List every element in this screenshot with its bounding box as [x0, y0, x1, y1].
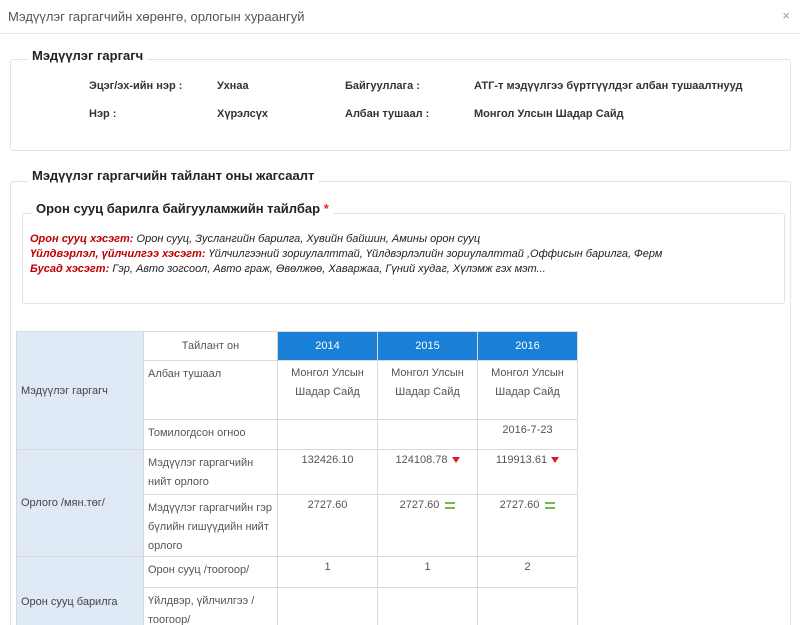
name-value: Хүрэлсүх: [217, 108, 269, 120]
table-cell: [277, 587, 378, 625]
table-cell: 2016-7-23: [477, 419, 578, 450]
table-cell: 2727.60: [477, 494, 578, 557]
equal-icon: [545, 501, 556, 509]
table-cell: 2727.60: [377, 494, 478, 557]
table-cell: Монгол Улсын Шадар Сайд: [277, 360, 378, 420]
name-label: Нэр :: [89, 108, 117, 120]
table-cell: 1: [377, 556, 478, 588]
required-mark: *: [323, 201, 329, 216]
description-line-text: Гэр, Авто зогсоол, Авто граж, Өвөлжөө, Х…: [109, 263, 546, 275]
surname-label: Эцэг/эх-ийн нэр :: [89, 80, 183, 92]
table-cell: [477, 587, 578, 625]
declarant-legend: Мэдүүлэг гаргагч: [28, 48, 148, 63]
year-header: Тайлант он: [143, 331, 278, 361]
table-cell: Монгол Улсын Шадар Сайд: [377, 360, 478, 420]
description-title: Орон сууц барилга байгууламжийн тайлбар: [36, 201, 321, 216]
table-cell: 124108.78: [377, 449, 478, 495]
year-2016[interactable]: 2016: [477, 331, 578, 361]
declarant-section: [10, 59, 791, 151]
row-label-total-income: Мэдүүлэг гаргагчийн нийт орлого: [143, 449, 278, 495]
arrow-down-icon: [551, 457, 560, 464]
group-declarant: Мэдүүлэг гаргагч: [16, 331, 144, 450]
equal-icon: [445, 501, 456, 509]
position-value: Монгол Улсын Шадар Сайд: [474, 108, 624, 120]
table-row: Орон сууц барилга Орон сууц /тоогоор/ 1 …: [16, 556, 578, 625]
year-2015[interactable]: 2015: [377, 331, 478, 361]
modal-title: Мэдүүлэг гаргагчийн хөрөнгө, орлогын хур…: [8, 9, 305, 24]
table-row: Мэдүүлэг гаргагч Тайлант он 2014 2015 20…: [16, 331, 578, 450]
modal-header: Мэдүүлэг гаргагчийн хөрөнгө, орлогын хур…: [0, 0, 800, 34]
cell-value: 119913.61: [495, 454, 548, 466]
description-line-label: Орон сууц хэсэгт:: [30, 233, 134, 245]
table-cell: 2727.60: [277, 494, 378, 557]
cell-value: 132426.10: [301, 454, 354, 466]
row-label-industrial-count: Үйлдвэр, үйлчилгээ /тоогоор/: [143, 587, 278, 625]
group-income: Орлого /мян.төг/: [16, 449, 144, 557]
table-cell: Монгол Улсын Шадар Сайд: [477, 360, 578, 420]
org-value: АТГ-т мэдүүлгээ бүртгүүлдэг албан тушаал…: [474, 80, 743, 92]
cell-value: 2727.60: [499, 499, 540, 511]
cell-value: 124108.78: [395, 454, 448, 466]
description-line-label: Бусад хэсэгт:: [30, 263, 110, 275]
description-line: Орон сууц хэсэгт: Орон сууц, Зуслангийн …: [30, 233, 480, 245]
table-cell: [277, 419, 378, 450]
org-label: Байгууллага :: [345, 80, 420, 92]
description-line-label: Үйлдвэрлэл, үйлчилгээ хэсэгт:: [30, 248, 206, 260]
table-row: Орлого /мян.төг/ Мэдүүлэг гаргагчийн ний…: [16, 449, 578, 557]
summary-table: Мэдүүлэг гаргагч Тайлант он 2014 2015 20…: [16, 331, 578, 625]
table-cell: [377, 587, 478, 625]
description-line-text: Орон сууц, Зуслангийн барилга, Хувийн ба…: [133, 233, 481, 245]
year-2014[interactable]: 2014: [277, 331, 378, 361]
table-cell: 1: [277, 556, 378, 588]
row-label-housing-count: Орон сууц /тоогоор/: [143, 556, 278, 588]
description-line: Үйлдвэрлэл, үйлчилгээ хэсэгт: Үйлчилгээн…: [30, 248, 662, 260]
row-label-position: Албан тушаал: [143, 360, 278, 420]
table-cell: 132426.10: [277, 449, 378, 495]
group-housing: Орон сууц барилга: [16, 556, 144, 625]
description-legend: Орон сууц барилга байгууламжийн тайлбар …: [32, 201, 333, 216]
cell-value: 2727.60: [399, 499, 440, 511]
arrow-down-icon: [451, 457, 460, 464]
cell-value: 2727.60: [307, 499, 348, 511]
row-label-appointed: Томилогдсон огноо: [143, 419, 278, 450]
surname-value: Ухнаа: [217, 80, 249, 92]
description-line: Бусад хэсэгт: Гэр, Авто зогсоол, Авто гр…: [30, 263, 546, 275]
report-list-legend: Мэдүүлэг гаргагчийн тайлант оны жагсаалт: [28, 168, 319, 183]
position-label: Албан тушаал :: [345, 108, 430, 120]
description-line-text: Үйлчилгээний зориулалттай, Үйлдвэрлэлийн…: [205, 248, 663, 260]
table-cell: 119913.61: [477, 449, 578, 495]
table-cell: [377, 419, 478, 450]
close-icon[interactable]: ×: [782, 8, 790, 23]
table-cell: 2: [477, 556, 578, 588]
row-label-family-income: Мэдүүлэг гаргагчийн гэр бүлийн гишүүдийн…: [143, 494, 278, 557]
